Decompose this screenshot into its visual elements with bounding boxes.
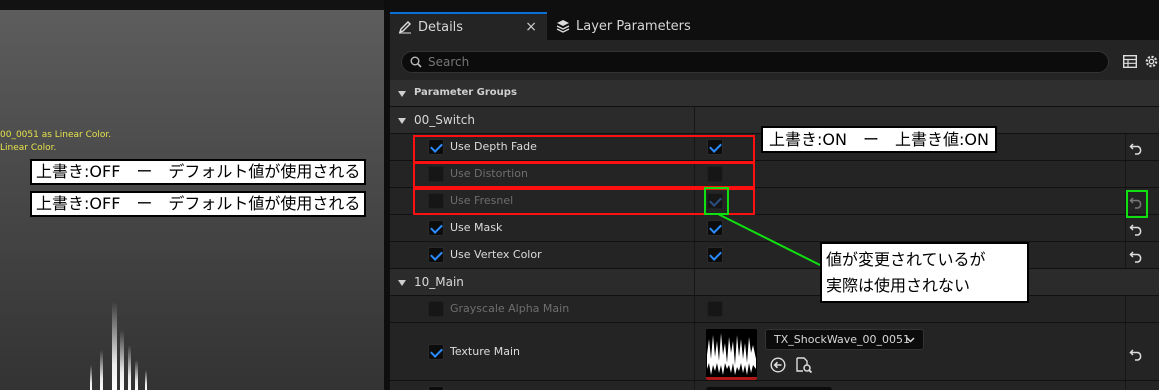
reset-to-default-icon[interactable] (1129, 141, 1145, 155)
browse-asset-icon[interactable] (795, 356, 813, 374)
table-view-icon[interactable] (1123, 55, 1137, 68)
override-checkbox[interactable] (428, 247, 444, 263)
annotation-box-depth-fade (413, 135, 755, 163)
search-icon (410, 56, 422, 68)
layers-icon (556, 20, 570, 33)
gear-icon[interactable] (1144, 54, 1159, 69)
value-checkbox[interactable] (707, 301, 723, 317)
viewport-log-line: Linear Color. (0, 143, 57, 153)
viewport-top-bar (0, 0, 384, 10)
collapse-arrow-icon[interactable] (398, 118, 406, 124)
tab-details[interactable]: Details × (390, 12, 547, 40)
search-box[interactable] (401, 51, 1109, 73)
preview-effect-shape (135, 360, 138, 390)
preview-effect-shape (128, 345, 131, 390)
pencil-icon (398, 21, 411, 34)
reset-to-default-icon[interactable] (1129, 222, 1145, 236)
texture-asset-dropdown[interactable]: TX_ShockWave_00_0051 (765, 329, 924, 350)
param-row-next (390, 381, 1159, 390)
texture-preview-image (706, 329, 757, 380)
preview-effect-shape (90, 365, 92, 390)
reset-to-default-icon[interactable] (1129, 249, 1145, 263)
param-row-grayscale-alpha-main: Grayscale Alpha Main (390, 296, 1159, 323)
annotation-note-unused-value: 値が変更されているが 実際は使用されない (820, 242, 1029, 303)
tab-label: Layer Parameters (576, 18, 691, 34)
param-label: Grayscale Alpha Main (450, 302, 570, 315)
search-row (390, 40, 1159, 80)
override-checkbox[interactable] (428, 344, 444, 360)
search-input[interactable] (428, 55, 1028, 69)
override-checkbox[interactable] (428, 220, 444, 236)
reset-to-default-icon[interactable] (1129, 347, 1145, 361)
annotation-box-fresnel-reset (1126, 190, 1148, 218)
annotation-note-line: 値が変更されているが (826, 250, 986, 269)
annotation-box-fresnel-value (704, 187, 729, 215)
collapse-arrow-icon[interactable] (398, 91, 406, 97)
use-selected-asset-icon[interactable] (770, 357, 786, 373)
param-label: Use Vertex Color (450, 248, 542, 261)
viewport-log-line: 00_0051 as Linear Color. (0, 130, 112, 140)
preview-effect-shape (120, 330, 124, 390)
collapse-arrow-icon[interactable] (398, 280, 406, 286)
param-row-use-mask: Use Mask (390, 215, 1159, 242)
param-row-use-vertex-color: Use Vertex Color (390, 242, 1159, 269)
value-checkbox[interactable] (707, 220, 723, 236)
annotation-box-distortion (413, 162, 755, 188)
editor-window: 00_0051 as Linear Color. Linear Color. D… (0, 0, 1159, 390)
param-label: Use Mask (450, 221, 503, 234)
preview-effect-shape (112, 302, 117, 390)
annotation-note-off: 上書き:OFF ー デフォルト値が使用される (30, 191, 367, 217)
annotation-note-on: 上書き:ON ー 上書き値:ON (761, 126, 997, 153)
value-checkbox[interactable] (707, 247, 723, 263)
category-header-parameter-groups[interactable]: Parameter Groups (390, 80, 1159, 107)
preview-effect-shape (100, 350, 103, 390)
preview-effect-shape (145, 370, 147, 390)
override-checkbox[interactable] (428, 386, 444, 390)
chevron-down-icon (906, 337, 915, 343)
annotation-note-line: 実際は使用されない (826, 276, 971, 295)
tab-bar: Details × Layer Parameters (390, 0, 1159, 40)
close-icon[interactable]: × (525, 19, 537, 35)
param-label: Texture Main (450, 345, 521, 358)
override-checkbox[interactable] (428, 301, 444, 317)
group-title: 00_Switch (414, 113, 475, 127)
tab-label: Details (418, 19, 464, 35)
texture-asset-name: TX_ShockWave_00_0051 (774, 333, 911, 346)
texture-thumbnail[interactable] (706, 329, 757, 380)
tab-layer-parameters[interactable]: Layer Parameters (548, 12, 728, 40)
annotation-note-off: 上書き:OFF ー デフォルト値が使用される (30, 159, 367, 185)
group-title: 10_Main (414, 275, 464, 289)
group-header-10-main[interactable]: 10_Main (390, 269, 1159, 296)
category-title: Parameter Groups (414, 87, 517, 98)
